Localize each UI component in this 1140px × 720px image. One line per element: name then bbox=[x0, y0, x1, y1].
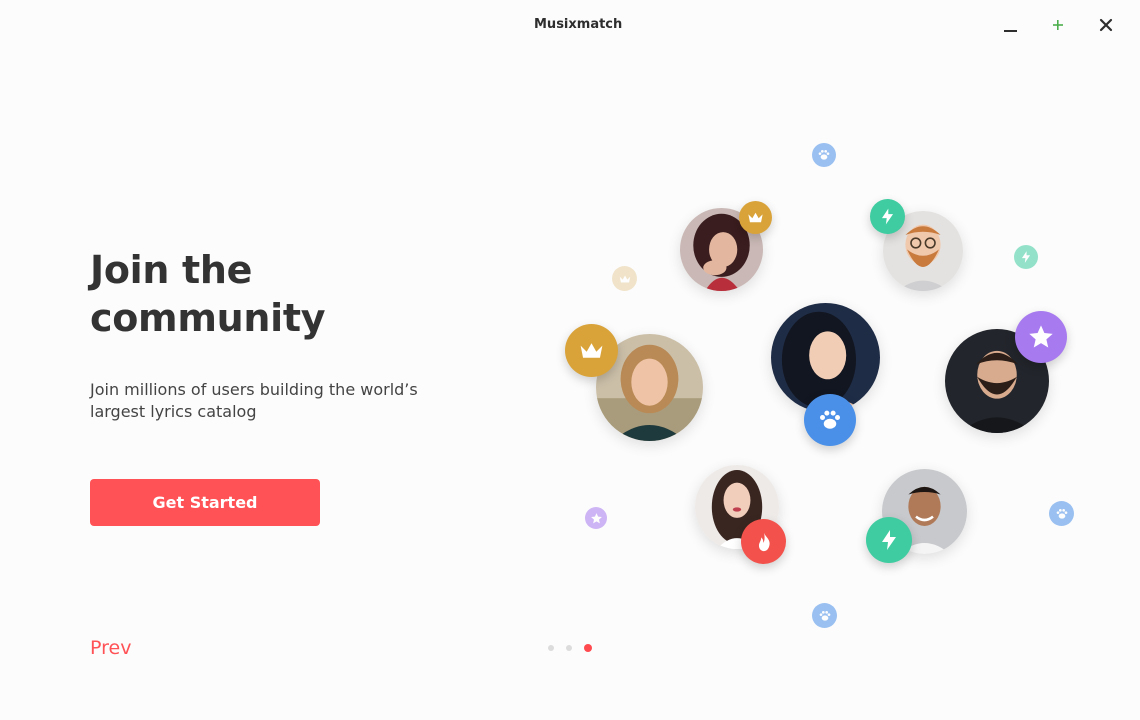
minimize-button[interactable] bbox=[998, 13, 1022, 37]
prev-link[interactable]: Prev bbox=[90, 637, 131, 659]
paw-icon bbox=[812, 143, 836, 167]
page-heading: Join the community bbox=[90, 246, 470, 342]
heading-line-2: community bbox=[90, 296, 326, 340]
maximize-button[interactable] bbox=[1046, 13, 1070, 37]
page-subtitle: Join millions of users building the worl… bbox=[90, 380, 418, 421]
star-icon bbox=[1015, 311, 1067, 363]
page-dot-2[interactable] bbox=[566, 645, 572, 651]
crown-icon bbox=[565, 324, 618, 377]
bolt-icon bbox=[866, 517, 912, 563]
crown-icon bbox=[739, 201, 772, 234]
window-title: Musixmatch bbox=[534, 17, 623, 32]
close-button[interactable] bbox=[1094, 13, 1118, 37]
get-started-button[interactable]: Get Started bbox=[90, 479, 320, 526]
heading-line-1: Join the bbox=[90, 248, 253, 292]
paw-icon bbox=[1049, 501, 1074, 526]
paw-icon bbox=[804, 394, 856, 446]
paw-icon bbox=[812, 603, 837, 628]
page-dot-1[interactable] bbox=[548, 645, 554, 651]
close-icon bbox=[1099, 18, 1113, 32]
star-icon bbox=[585, 507, 607, 529]
bolt-icon bbox=[1014, 245, 1038, 269]
fire-icon bbox=[741, 519, 786, 564]
crown-icon bbox=[612, 266, 637, 291]
minimize-icon bbox=[1004, 30, 1017, 32]
maximize-icon bbox=[1053, 20, 1063, 30]
bolt-icon bbox=[870, 199, 905, 234]
page-dot-3-active[interactable] bbox=[584, 644, 592, 652]
title-bar: Musixmatch bbox=[0, 0, 1140, 50]
